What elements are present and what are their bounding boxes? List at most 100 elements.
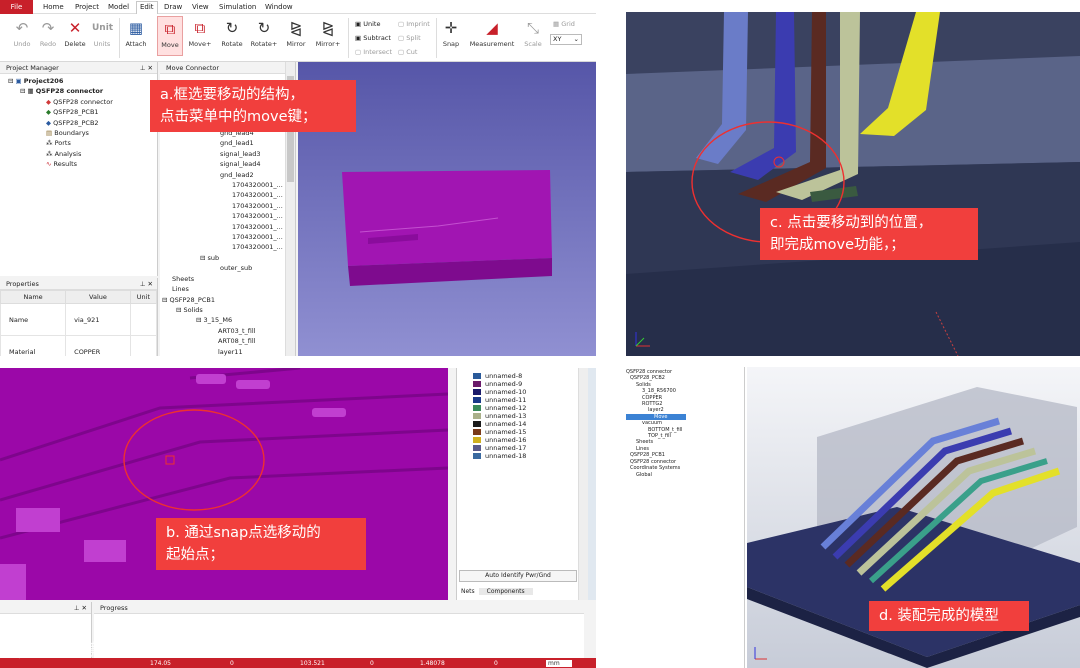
split-button[interactable]: ▢ Split (398, 34, 421, 42)
mirror-button[interactable]: ⧎ Mirror (283, 18, 309, 48)
cut-button[interactable]: ▢ Cut (398, 48, 417, 56)
component-item[interactable]: unnamed-11 (473, 396, 526, 404)
menu-window[interactable]: Window (265, 3, 293, 11)
move-editor-screenshot: File Home Project Model Edit Draw View S… (0, 0, 596, 356)
tree-item[interactable]: ▤ Boundarys (8, 128, 157, 138)
component-item[interactable]: unnamed-14 (473, 420, 526, 428)
tree-item[interactable]: Sheets (160, 274, 283, 284)
auto-identify-button[interactable]: Auto Identify Pwr/Gnd (459, 570, 577, 582)
tree-item[interactable]: 1704320001_... (160, 211, 283, 221)
mirror-plus-icon: ⧎ (321, 19, 335, 37)
tree-item[interactable]: outer_sub (160, 263, 283, 273)
rotate-button[interactable]: ↻ Rotate (218, 18, 246, 48)
panel-header: ⊥ ✕ (0, 602, 91, 614)
tree-item[interactable]: ⊟ 3_15_M6 (160, 315, 283, 325)
lead-pad (196, 374, 226, 384)
tabs: Nets Components (457, 588, 533, 595)
tree-item[interactable]: ⁂ Analysis (8, 149, 157, 159)
menu-model[interactable]: Model (108, 3, 129, 11)
property-value[interactable]: via_921 (65, 303, 131, 336)
scrollbar[interactable] (578, 368, 588, 600)
lead-pad (16, 508, 60, 532)
tree-item[interactable]: ART03_t_fill (160, 326, 283, 336)
units-select[interactable]: mm (546, 660, 572, 667)
coord-value: 0 (370, 660, 374, 667)
property-unit (129, 303, 158, 336)
tree-item[interactable]: 1704320001_... (160, 201, 283, 211)
tree-item[interactable]: ⊟ Solids (160, 305, 283, 315)
property-value[interactable]: COPPER (65, 335, 131, 356)
tab-components[interactable]: Components (478, 588, 533, 595)
tree-item[interactable]: gnd_lead2 (160, 170, 283, 180)
units-button[interactable]: Unit Units (90, 18, 114, 48)
mirror-plus-button[interactable]: ⧎ Mirror+ (313, 18, 343, 48)
intersect-button[interactable]: ▢ Intersect (355, 48, 392, 56)
scale-button[interactable]: ⤡ Scale (521, 18, 545, 48)
menu-home[interactable]: Home (43, 3, 64, 11)
tree-item[interactable]: ◆ QSFP28_PCB1 (8, 107, 157, 117)
menu-simulation[interactable]: Simulation (219, 3, 256, 11)
pin-close-icon[interactable]: ⊥ ✕ (140, 62, 153, 74)
component-item[interactable]: unnamed-18 (473, 452, 526, 460)
rotate-plus-icon: ↻ (257, 19, 271, 37)
menu-view[interactable]: View (192, 3, 209, 11)
watermark: ◎ 大数跨境 (12, 641, 101, 661)
tree-item[interactable]: 1704320001_... (160, 232, 283, 242)
menu-edit[interactable]: Edit (136, 1, 158, 14)
menu-file[interactable]: File (0, 0, 33, 14)
component-item[interactable]: unnamed-17 (473, 444, 526, 452)
tree-item[interactable]: ⁂ Ports (8, 138, 157, 148)
unite-button[interactable]: ▣ Unite (355, 20, 380, 28)
tree-connector[interactable]: ⊟ ▦ QSFP28 connector (8, 86, 157, 96)
measurement-button[interactable]: ◢ Measurement (468, 18, 516, 48)
tree-item[interactable]: signal_lead3 (160, 149, 283, 159)
subtract-button[interactable]: ▣ Subtract (355, 34, 391, 42)
move-plus-button[interactable]: ⧉ Move+ (186, 18, 214, 48)
tree-item[interactable]: ⊟ QSFP28_PCB1 (160, 295, 283, 305)
component-item[interactable]: unnamed-13 (473, 412, 526, 420)
component-item[interactable]: unnamed-10 (473, 388, 526, 396)
snap-button[interactable]: ✛ Snap (440, 18, 462, 48)
tree-item[interactable]: 1704320001_... (160, 222, 283, 232)
pcb-top-face[interactable] (342, 170, 552, 266)
tree-item[interactable]: gnd_lead1 (160, 138, 283, 148)
tree-item[interactable]: 1704320001_... (160, 180, 283, 190)
tree-item[interactable]: 1704320001_... (160, 242, 283, 252)
move-button[interactable]: ⧉ Move (157, 16, 183, 56)
component-label: unnamed-11 (485, 396, 527, 404)
tree-item[interactable]: signal_lead4 (160, 159, 283, 169)
connector-3d-view[interactable]: c. 点击要移动到的位置， 即完成move功能，； (626, 12, 1080, 356)
attach-button[interactable]: ▦ Attach (123, 18, 149, 48)
component-label: unnamed-10 (485, 388, 527, 396)
tree-item[interactable]: ⊟ sub (160, 253, 283, 263)
tree-item[interactable]: ∿ Results (8, 159, 157, 169)
component-item[interactable]: unnamed-9 (473, 380, 526, 388)
pin-close-icon[interactable]: ⊥ ✕ (74, 602, 87, 614)
tree-item[interactable]: 1704320001_... (160, 190, 283, 200)
component-item[interactable]: unnamed-12 (473, 404, 526, 412)
component-item[interactable]: unnamed-15 (473, 428, 526, 436)
units-icon: Unit (92, 23, 114, 33)
tree-item[interactable]: ART08_t_fill (160, 336, 283, 346)
tree-item[interactable]: Lines (160, 284, 283, 294)
undo-button[interactable]: ↶ Undo (10, 18, 34, 48)
component-item[interactable]: unnamed-16 (473, 436, 526, 444)
pin-close-icon[interactable]: ⊥ ✕ (140, 278, 153, 290)
delete-button[interactable]: ✕ Delete (62, 18, 88, 48)
menu-project[interactable]: Project (75, 3, 99, 11)
tree-item[interactable]: ◆ QSFP28 connector (8, 97, 157, 107)
lead-pad (0, 564, 26, 600)
tree-item[interactable]: layer11 (160, 347, 283, 356)
tree-item[interactable]: ◆ QSFP28_PCB2 (8, 118, 157, 128)
redo-button[interactable]: ↷ Redo (36, 18, 60, 48)
tab-nets[interactable]: Nets (457, 588, 479, 595)
tree-item[interactable]: Global (626, 472, 744, 478)
component-item[interactable]: unnamed-8 (473, 372, 526, 380)
menu-draw[interactable]: Draw (164, 3, 182, 11)
grid-toggle[interactable]: ▦ Grid (553, 20, 575, 28)
imprint-button[interactable]: ▢ Imprint (398, 20, 430, 28)
tree-project[interactable]: ⊟ ▣ Project206 (8, 76, 157, 86)
rotate-plus-button[interactable]: ↻ Rotate+ (249, 18, 279, 48)
coord-value: 174.05 (150, 660, 171, 667)
plane-select[interactable]: XY ⌄ (550, 34, 582, 45)
